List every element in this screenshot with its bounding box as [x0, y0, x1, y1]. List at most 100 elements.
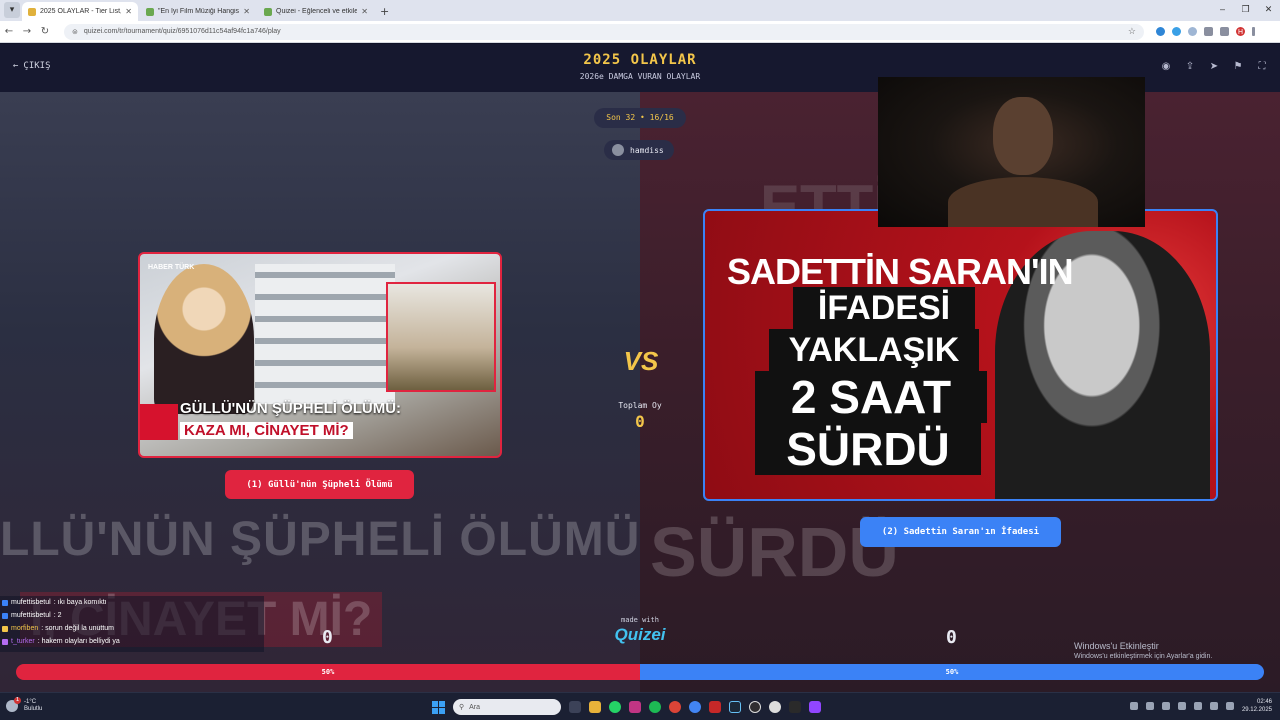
- card-headline-line: YAKLAŞIK: [769, 329, 979, 371]
- activation-text: Windows'u etkinleştirmek için Ayarlar'a …: [1074, 653, 1213, 660]
- chat-user: t_turker: [11, 638, 35, 645]
- weather-widget[interactable]: 1 -1°C Bulutlu: [6, 697, 43, 713]
- search-icon: ⚲: [459, 704, 465, 711]
- spotify-icon[interactable]: [649, 701, 661, 713]
- tray-app-icon[interactable]: [1177, 702, 1186, 710]
- profile-avatar[interactable]: H: [1236, 27, 1245, 36]
- browser-tab[interactable]: "En İyi Film Müziği Hangisi?" ✕: [140, 2, 256, 21]
- maximize-icon[interactable]: ❐: [1234, 0, 1257, 21]
- chat-user: mufettisbetul: [11, 612, 51, 619]
- person-image: [154, 264, 254, 414]
- windows-activation-watermark: Windows'u Etkinleştir Windows'u etkinleş…: [1074, 641, 1212, 660]
- chat-badge-icon: [2, 638, 8, 645]
- chat-user: mufettisbetul: [11, 599, 51, 606]
- chat-badge-icon: [2, 612, 8, 619]
- flag-icon[interactable]: ⚑: [1230, 59, 1246, 75]
- weather-desc: Bulutlu: [24, 706, 43, 712]
- chat-message: mufettisbetul : ıkı baya komıktı: [0, 596, 264, 609]
- quiz-page: LLÜ'NÜN ŞÜPHELİ ÖLÜMÜ I, CİNAYET Mİ? ETT…: [0, 44, 1280, 692]
- user-badge[interactable]: hamdiss: [604, 140, 674, 160]
- browser-tab-active[interactable]: 2025 OLAYLAR - Tier List, Kör S ✕: [22, 2, 138, 21]
- left-score: 0: [322, 627, 333, 648]
- option-right-button[interactable]: (2) Sadettin Saran'ın İfadesi: [860, 517, 1061, 547]
- activation-title: Windows'u Etkinleştir: [1074, 641, 1159, 651]
- new-tab-icon[interactable]: +: [380, 5, 389, 18]
- app-icon[interactable]: [769, 701, 781, 713]
- browser-tab-strip: ▾ 2025 OLAYLAR - Tier List, Kör S ✕ "En …: [0, 0, 1280, 21]
- page-title: 2025 OLAYLAR: [583, 52, 697, 68]
- volume-icon[interactable]: [1209, 702, 1218, 710]
- option-left-card[interactable]: HABER TÜRK GÜLLÜ'NÜN ŞÜPHELİ ÖLÜMÜ: KAZA…: [138, 252, 502, 458]
- chat-badge-icon: [2, 625, 8, 632]
- obs-icon[interactable]: [749, 701, 761, 713]
- streamer-head: [993, 97, 1053, 175]
- bookmark-star-icon[interactable]: ☆: [1128, 26, 1136, 37]
- taskbar-search[interactable]: ⚲ Ara: [453, 699, 561, 715]
- url-field[interactable]: ⊜ quizei.com/tr/tournament/quiz/6951076d…: [64, 23, 1144, 40]
- eye-icon[interactable]: ◉: [1158, 59, 1174, 75]
- send-icon[interactable]: ➤: [1206, 59, 1222, 75]
- chat-text: : 2: [53, 612, 62, 619]
- minimize-icon[interactable]: –: [1211, 0, 1234, 21]
- extension-icon[interactable]: [1188, 27, 1197, 36]
- option-right-card[interactable]: SADETTİN SARAN'IN İFADESİ YAKLAŞIK 2 SAA…: [703, 209, 1218, 501]
- onedrive-icon[interactable]: [1161, 702, 1170, 710]
- left-background-text: LLÜ'NÜN ŞÜPHELİ ÖLÜMÜ: [0, 513, 641, 566]
- battery-icon[interactable]: [1225, 702, 1234, 710]
- extensions-puzzle-icon[interactable]: [1204, 27, 1213, 36]
- system-tray: 02:46 29.12.2025: [1129, 698, 1272, 714]
- task-view-icon[interactable]: [569, 701, 581, 713]
- tab-close-icon[interactable]: ✕: [361, 7, 368, 16]
- forward-icon[interactable]: →: [18, 26, 36, 37]
- extensions-area: H: [1156, 27, 1255, 36]
- fullscreen-icon[interactable]: ⛶: [1254, 59, 1270, 75]
- card-headline-highlight: KAZA MI, CİNAYET Mİ?: [180, 422, 353, 439]
- extension-icon[interactable]: [1156, 27, 1165, 36]
- site-info-icon[interactable]: ⊜: [72, 28, 78, 36]
- window-controls: – ❐ ✕: [1211, 0, 1280, 21]
- extension-icon[interactable]: [1172, 27, 1181, 36]
- network-icon[interactable]: [1193, 702, 1202, 710]
- app-icon[interactable]: [709, 701, 721, 713]
- quizei-logo[interactable]: Quizei: [608, 625, 672, 645]
- card-headline: GÜLLÜ'NÜN ŞÜPHELİ ÖLÜMÜ:: [180, 400, 402, 417]
- chat-user: morfiben: [11, 625, 39, 632]
- instagram-icon[interactable]: [629, 701, 641, 713]
- chrome-icon[interactable]: [669, 701, 681, 713]
- taskbar-apps: ⚲ Ara: [432, 699, 821, 715]
- clock[interactable]: 02:46 29.12.2025: [1242, 698, 1272, 714]
- total-votes-label: Toplam Oy: [618, 401, 662, 410]
- tray-app-icon[interactable]: [1145, 702, 1154, 710]
- file-explorer-icon[interactable]: [589, 701, 601, 713]
- tray-arrow-icon[interactable]: [1129, 702, 1138, 710]
- tab-search-icon[interactable]: ▾: [4, 2, 20, 18]
- tab-close-icon[interactable]: ✕: [125, 7, 132, 16]
- back-icon[interactable]: ←: [0, 26, 18, 37]
- reload-icon[interactable]: ↻: [36, 26, 54, 37]
- twitch-icon[interactable]: [809, 701, 821, 713]
- inset-photo: [386, 282, 496, 392]
- tab-close-icon[interactable]: ✕: [243, 7, 250, 16]
- user-name: hamdiss: [630, 145, 664, 155]
- webcam-overlay: [878, 77, 1145, 227]
- epic-games-icon[interactable]: [789, 701, 801, 713]
- share-icon[interactable]: ⇪: [1182, 59, 1198, 75]
- notification-badge: 1: [14, 697, 21, 704]
- date: 29.12.2025: [1241, 707, 1272, 713]
- tab-title: 2025 OLAYLAR - Tier List, Kör S: [40, 8, 122, 15]
- downloads-icon[interactable]: [1220, 27, 1229, 36]
- browser-menu-icon[interactable]: [1252, 27, 1255, 36]
- chrome-icon[interactable]: [689, 701, 701, 713]
- whatsapp-icon[interactable]: [609, 701, 621, 713]
- option-left-button[interactable]: (1) Güllü'nün Şüpheli Ölümü: [225, 470, 414, 499]
- start-icon[interactable]: [432, 700, 445, 714]
- steam-icon[interactable]: [729, 701, 741, 713]
- windows-taskbar: 1 -1°C Bulutlu ⚲ Ara 02:46 29.12.2025: [0, 692, 1280, 720]
- tab-title: Quizei - Eğlenceli ve etkileşimli: [276, 8, 358, 15]
- right-score: 0: [946, 627, 957, 648]
- browser-tab[interactable]: Quizei - Eğlenceli ve etkileşimli ✕: [258, 2, 374, 21]
- close-window-icon[interactable]: ✕: [1257, 0, 1280, 21]
- made-with-label: made with: [621, 616, 659, 624]
- total-votes-value: 0: [635, 412, 645, 431]
- chat-text: : ıkı baya komıktı: [53, 599, 107, 606]
